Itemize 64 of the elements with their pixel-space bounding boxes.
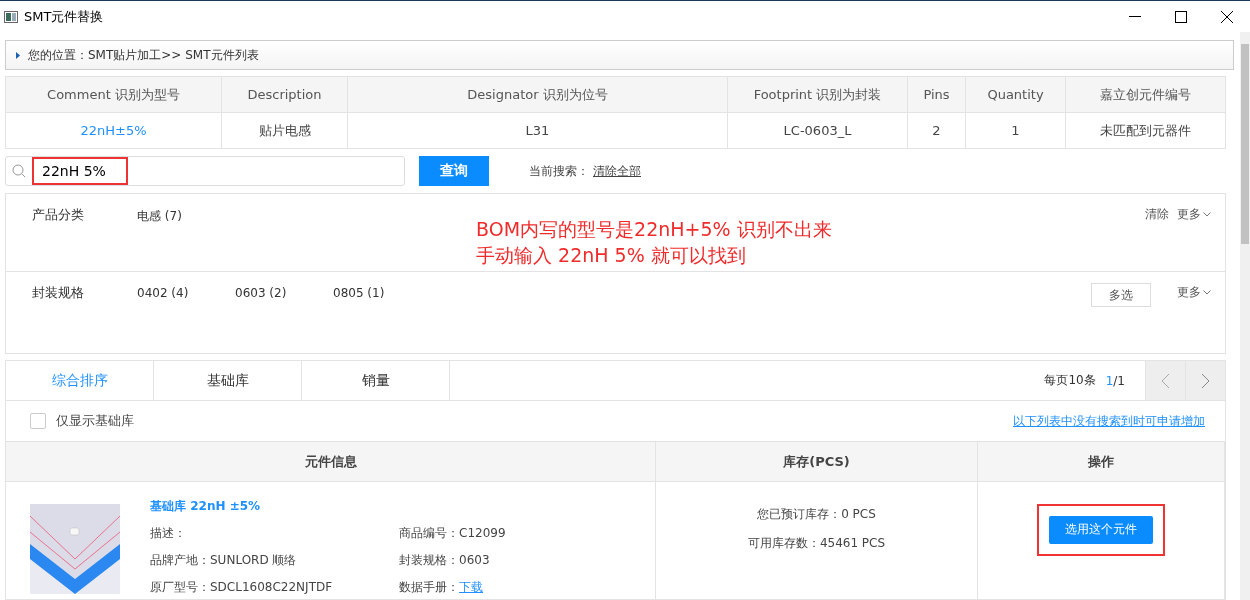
column-header: Quantity bbox=[966, 77, 1066, 113]
search-input[interactable]: 22nH 5% bbox=[32, 157, 128, 185]
filter-label: 封装规格 bbox=[32, 284, 85, 302]
app-icon bbox=[4, 10, 18, 23]
window-title: SMT元件替换 bbox=[24, 7, 105, 26]
table-cell: 贴片电感 bbox=[222, 113, 348, 149]
table-cell: 22nH±5% bbox=[6, 113, 222, 149]
field-value: C12099 bbox=[459, 526, 506, 540]
search-icon bbox=[12, 164, 26, 178]
table-cell: 未匹配到元器件 bbox=[1066, 113, 1226, 149]
stock-text: 您已预订库存：0 PCS bbox=[757, 505, 876, 523]
annotation-text: 手动输入 22nH 5% 就可以找到 bbox=[476, 243, 747, 268]
breadcrumb: 您的位置：SMT贴片加工>> SMT元件列表 bbox=[28, 46, 259, 64]
page-indicator: 1/1 bbox=[1105, 373, 1125, 388]
field-label: 封装规格： bbox=[399, 553, 459, 567]
field-value: SDCL1608C22NJTDF bbox=[210, 580, 333, 594]
field-value: SUNLORD 顺络 bbox=[210, 553, 297, 567]
column-header: Comment 识别为型号 bbox=[6, 77, 222, 113]
checkbox[interactable] bbox=[30, 413, 46, 429]
clear-all-link[interactable]: 清除全部 bbox=[593, 162, 641, 180]
field-value: 0603 bbox=[459, 553, 490, 567]
table-cell: LC-0603_L bbox=[728, 113, 908, 149]
caret-right-icon bbox=[16, 51, 20, 59]
filter-option[interactable]: 电感 (7) bbox=[137, 206, 235, 225]
clear-button[interactable]: 清除 bbox=[1141, 206, 1173, 223]
column-header: Designator 识别为位号 bbox=[348, 77, 728, 113]
maximize-icon bbox=[1175, 10, 1187, 23]
field-label: 描述： bbox=[150, 526, 186, 540]
column-header: Description bbox=[222, 77, 348, 113]
field-label: 数据手册： bbox=[399, 580, 459, 594]
table-cell: L31 bbox=[348, 113, 728, 149]
column-header: 元件信息 bbox=[6, 442, 656, 482]
filter-option[interactable]: 0402 (4) bbox=[137, 284, 235, 300]
column-header: Footprint 识别为封装 bbox=[728, 77, 908, 113]
chevron-down-icon bbox=[1203, 212, 1211, 217]
chevron-left-icon bbox=[1161, 372, 1170, 389]
multi-select-button[interactable]: 多选 bbox=[1091, 283, 1151, 307]
annotation-text: BOM内写的型号是22nH+5% 识别不出来 bbox=[476, 217, 832, 242]
search-field[interactable]: 22nH 5% bbox=[5, 156, 405, 186]
previous-page-button[interactable] bbox=[1145, 361, 1185, 400]
column-header: 操作 bbox=[978, 442, 1225, 482]
field-label: 商品编号： bbox=[399, 526, 459, 540]
column-header: 嘉立创元件编号 bbox=[1066, 77, 1226, 113]
field-label: 品牌产地： bbox=[150, 553, 210, 567]
current-search-label: 当前搜索： bbox=[529, 162, 589, 180]
column-header: Pins bbox=[908, 77, 966, 113]
filter-option[interactable]: 0603 (2) bbox=[235, 284, 333, 300]
field-label: 原厂型号： bbox=[150, 580, 210, 594]
more-button[interactable]: 更多 bbox=[1173, 284, 1215, 301]
chevron-right-icon bbox=[1201, 372, 1210, 389]
scrollbar[interactable] bbox=[1240, 32, 1250, 600]
chevron-down-icon bbox=[1203, 290, 1211, 295]
more-button[interactable]: 更多 bbox=[1173, 206, 1215, 223]
next-page-button[interactable] bbox=[1185, 361, 1225, 400]
per-page-label: 每页10条 bbox=[1044, 372, 1096, 389]
table-cell: 1 bbox=[966, 113, 1066, 149]
column-header: 库存(PCS) bbox=[656, 442, 978, 482]
filter-option[interactable]: 0805 (1) bbox=[333, 284, 431, 300]
stock-text: 可用库存数：45461 PCS bbox=[747, 534, 886, 552]
close-icon bbox=[1221, 10, 1233, 23]
minimize-icon bbox=[1129, 15, 1141, 18]
table-cell: 2 bbox=[908, 113, 966, 149]
checkbox-label: 仅显示基础库 bbox=[56, 412, 134, 430]
filter-label: 产品分类 bbox=[32, 206, 85, 224]
